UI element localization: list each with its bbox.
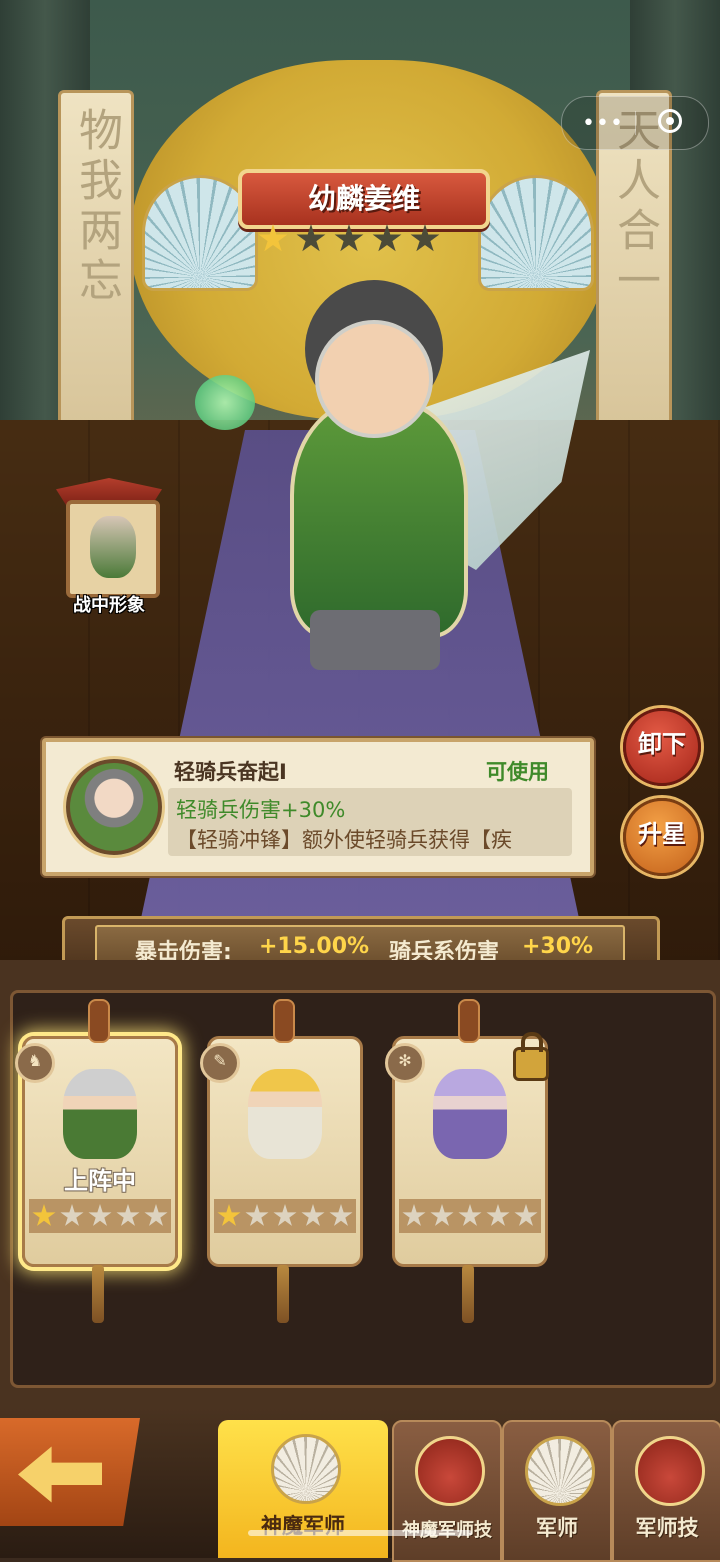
unload-button[interactable]: 卸下 [623, 708, 701, 786]
hero-legs [310, 610, 440, 670]
pouch-icon [635, 1436, 705, 1506]
advisor-figure-jiang-wei [63, 1069, 137, 1159]
card-tassel [92, 1265, 104, 1323]
card-star-row [214, 1199, 356, 1233]
lock-icon [513, 1032, 549, 1081]
advisor-figure-gold [248, 1069, 322, 1159]
star-empty-icon [301, 1204, 325, 1226]
star-empty-icon [410, 224, 440, 252]
star-empty-icon [329, 1204, 353, 1226]
battle-image-label: 战中形象 [73, 595, 145, 616]
advisor-card-1[interactable]: ♞ 上阵中 [15, 999, 178, 1323]
spirit-creature [195, 375, 255, 430]
card-star-row [399, 1199, 541, 1233]
banner-left-text: 物我两忘 [71, 107, 122, 307]
card-tassel [277, 1265, 289, 1323]
tab-label: 军师 [536, 1516, 578, 1540]
skill-effect-line-2: 【轻骑冲锋】额外使轻骑兵获得【疾 [176, 828, 512, 852]
skill-description: 轻骑兵伤害+30% 【轻骑冲锋】额外使轻骑兵获得【疾 [168, 788, 572, 856]
advisor-card-2[interactable]: ✎ [200, 999, 363, 1323]
advisor-card-3[interactable]: ✻ [385, 999, 549, 1323]
snowflake-icon: ✻ [385, 1043, 425, 1083]
star-filled-icon [258, 224, 288, 252]
star-empty-icon [245, 1204, 269, 1226]
battle-image-portrait [66, 500, 160, 598]
feather-icon: ✎ [200, 1043, 240, 1083]
skill-avatar [66, 759, 162, 855]
card-hanger [458, 999, 480, 1043]
advisor-figure-purple [433, 1069, 507, 1159]
star-empty-icon [296, 224, 326, 252]
cavalry-damage-value: +30% [522, 934, 594, 959]
star-empty-icon [334, 224, 364, 252]
tab-advisor-skill[interactable]: 军师技 [612, 1420, 720, 1562]
crit-damage-value: +15.00% [259, 934, 370, 959]
back-button[interactable] [0, 1418, 140, 1526]
card-hanger [88, 999, 110, 1043]
feather-fan-icon [525, 1436, 595, 1506]
skill-name: 轻骑兵奋起Ⅰ [174, 760, 287, 784]
banner-left: 物我两忘 [58, 90, 134, 426]
battle-image-button[interactable]: 战中形象 [52, 478, 166, 618]
star-empty-icon [486, 1204, 510, 1226]
pouch-icon [415, 1436, 485, 1506]
hero-character[interactable] [200, 250, 590, 670]
horse-icon: ♞ [15, 1043, 55, 1083]
card-tassel [462, 1265, 474, 1323]
upgrade-star-button[interactable]: 升星 [623, 798, 701, 876]
star-empty-icon [273, 1204, 297, 1226]
star-empty-icon [144, 1204, 168, 1226]
mini-program-capsule: ••• [561, 96, 709, 150]
star-empty-icon [88, 1204, 112, 1226]
tab-divine-advisor[interactable]: 神魔军师 [218, 1420, 388, 1558]
card-star-row [29, 1199, 171, 1233]
tab-label: 军师技 [635, 1516, 699, 1540]
star-empty-icon [116, 1204, 140, 1226]
card-status-label: 上阵中 [64, 1167, 136, 1195]
feather-fan-icon [271, 1434, 341, 1504]
target-circle-icon[interactable] [658, 109, 682, 133]
hero-head [315, 320, 433, 438]
more-dots-icon[interactable]: ••• [582, 111, 624, 136]
skill-status: 可使用 [486, 760, 549, 784]
capsule-divider [635, 111, 636, 135]
hero-name-plaque: 幼麟姜维 [220, 165, 500, 229]
star-filled-icon [32, 1204, 56, 1226]
tab-label: 神魔军师技 [394, 1516, 500, 1542]
tab-advisor[interactable]: 军师 [502, 1420, 612, 1562]
tab-divine-advisor-skill[interactable]: 神魔军师技 [392, 1420, 502, 1562]
card-hanger [273, 999, 295, 1043]
skill-panel[interactable]: 轻骑兵奋起Ⅰ 可使用 轻骑兵伤害+30% 【轻骑冲锋】额外使轻骑兵获得【疾 [42, 738, 594, 876]
star-filled-icon [217, 1204, 241, 1226]
hero-star-rating [258, 224, 440, 254]
star-empty-icon [372, 224, 402, 252]
star-empty-icon [60, 1204, 84, 1226]
star-empty-icon [402, 1204, 426, 1226]
back-arrow-icon [18, 1446, 102, 1503]
skill-effect-line-1: 轻骑兵伤害+30% [176, 798, 346, 822]
star-empty-icon [458, 1204, 482, 1226]
hero-name: 幼麟姜维 [238, 169, 490, 229]
star-empty-icon [514, 1204, 538, 1226]
star-empty-icon [430, 1204, 454, 1226]
home-indicator [248, 1530, 472, 1536]
